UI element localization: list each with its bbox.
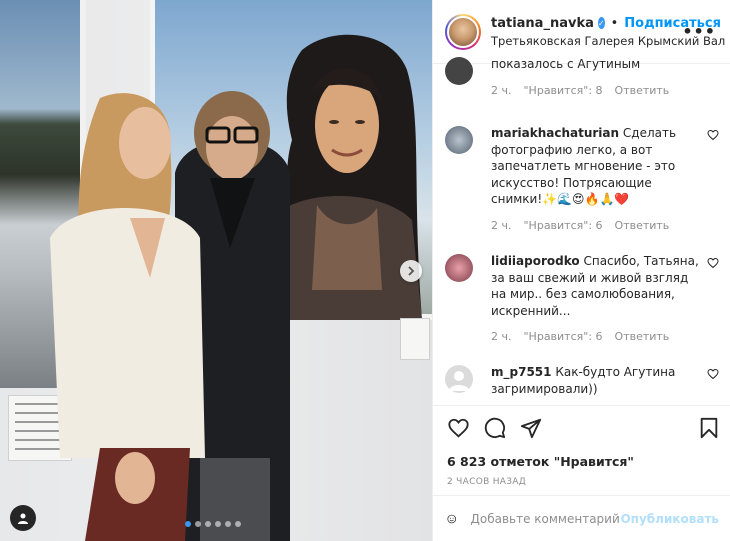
comment-input[interactable]	[470, 511, 621, 526]
author-avatar[interactable]	[445, 13, 481, 50]
likes-count[interactable]: 6 823 отметок "Нравится"	[447, 454, 719, 469]
comment: m_p7551 Как-будто Агутина загримировали)…	[445, 364, 719, 397]
post-panel: tatiana_navka ✓ • Подписаться Третьяковс…	[432, 0, 730, 541]
comment-username[interactable]: mariakhachaturian	[491, 126, 619, 140]
comment-avatar[interactable]	[445, 254, 473, 282]
comment: показалось с Агутиным 2 ч. "Нравится": 8…	[445, 56, 719, 99]
comment-icon[interactable]	[484, 417, 506, 439]
chevron-right-icon	[408, 266, 415, 276]
comment-avatar[interactable]	[445, 57, 473, 85]
comments-list: показалось с Агутиным 2 ч. "Нравится": 8…	[433, 50, 730, 405]
location-link[interactable]: Третьяковская Галерея Крымский Вал	[491, 34, 725, 48]
comment-username[interactable]: lidiiaporodko	[491, 254, 580, 268]
comment-time[interactable]: 2 ч.	[491, 83, 512, 100]
post-timestamp[interactable]: 2 ЧАСОВ НАЗАД	[447, 477, 719, 487]
comment-likes[interactable]: "Нравится": 8	[524, 83, 603, 100]
default-avatar-icon	[449, 371, 469, 391]
comment: mariakhachaturian Сделать фотографию лег…	[445, 125, 719, 234]
comment: lidiiaporodko Спасибо, Татьяна, за ваш с…	[445, 253, 719, 346]
post-comment-button[interactable]: Опубликовать	[620, 512, 719, 526]
caption-card-small	[400, 318, 430, 360]
reply-button[interactable]: Ответить	[615, 83, 670, 100]
carousel-dots	[185, 521, 241, 527]
verified-icon: ✓	[597, 17, 605, 29]
comment-time[interactable]: 2 ч.	[491, 329, 512, 346]
bookmark-icon[interactable]	[699, 417, 719, 439]
carousel-next-button[interactable]	[400, 260, 422, 282]
user-tag-icon	[18, 513, 28, 524]
share-icon[interactable]	[520, 417, 542, 439]
more-icon[interactable]: •••	[682, 22, 716, 41]
comment-avatar[interactable]	[445, 126, 473, 154]
heart-icon[interactable]	[707, 257, 719, 269]
author-username[interactable]: tatiana_navka	[491, 16, 594, 31]
comment-time[interactable]: 2 ч.	[491, 218, 512, 235]
comment-text: показалось с Агутиным	[491, 57, 641, 71]
heart-icon[interactable]	[707, 368, 719, 380]
add-comment-bar: Опубликовать	[433, 495, 730, 541]
post-actions: 6 823 отметок "Нравится" 2 ЧАСОВ НАЗАД	[433, 405, 730, 487]
separator-bullet: •	[610, 15, 619, 31]
emoji-icon[interactable]	[447, 508, 457, 530]
heart-icon[interactable]	[707, 129, 719, 141]
like-heart-icon[interactable]	[447, 417, 470, 439]
comment-likes[interactable]: "Нравится": 6	[524, 218, 603, 235]
comment-likes[interactable]: "Нравится": 6	[524, 329, 603, 346]
user-tag-button[interactable]	[10, 505, 36, 531]
reply-button[interactable]: Ответить	[615, 329, 670, 346]
comment-username[interactable]: m_p7551	[491, 365, 552, 379]
comment-avatar[interactable]	[445, 365, 473, 393]
woman-figure	[50, 93, 205, 541]
post-photo[interactable]	[0, 0, 432, 541]
reply-button[interactable]: Ответить	[615, 218, 670, 235]
